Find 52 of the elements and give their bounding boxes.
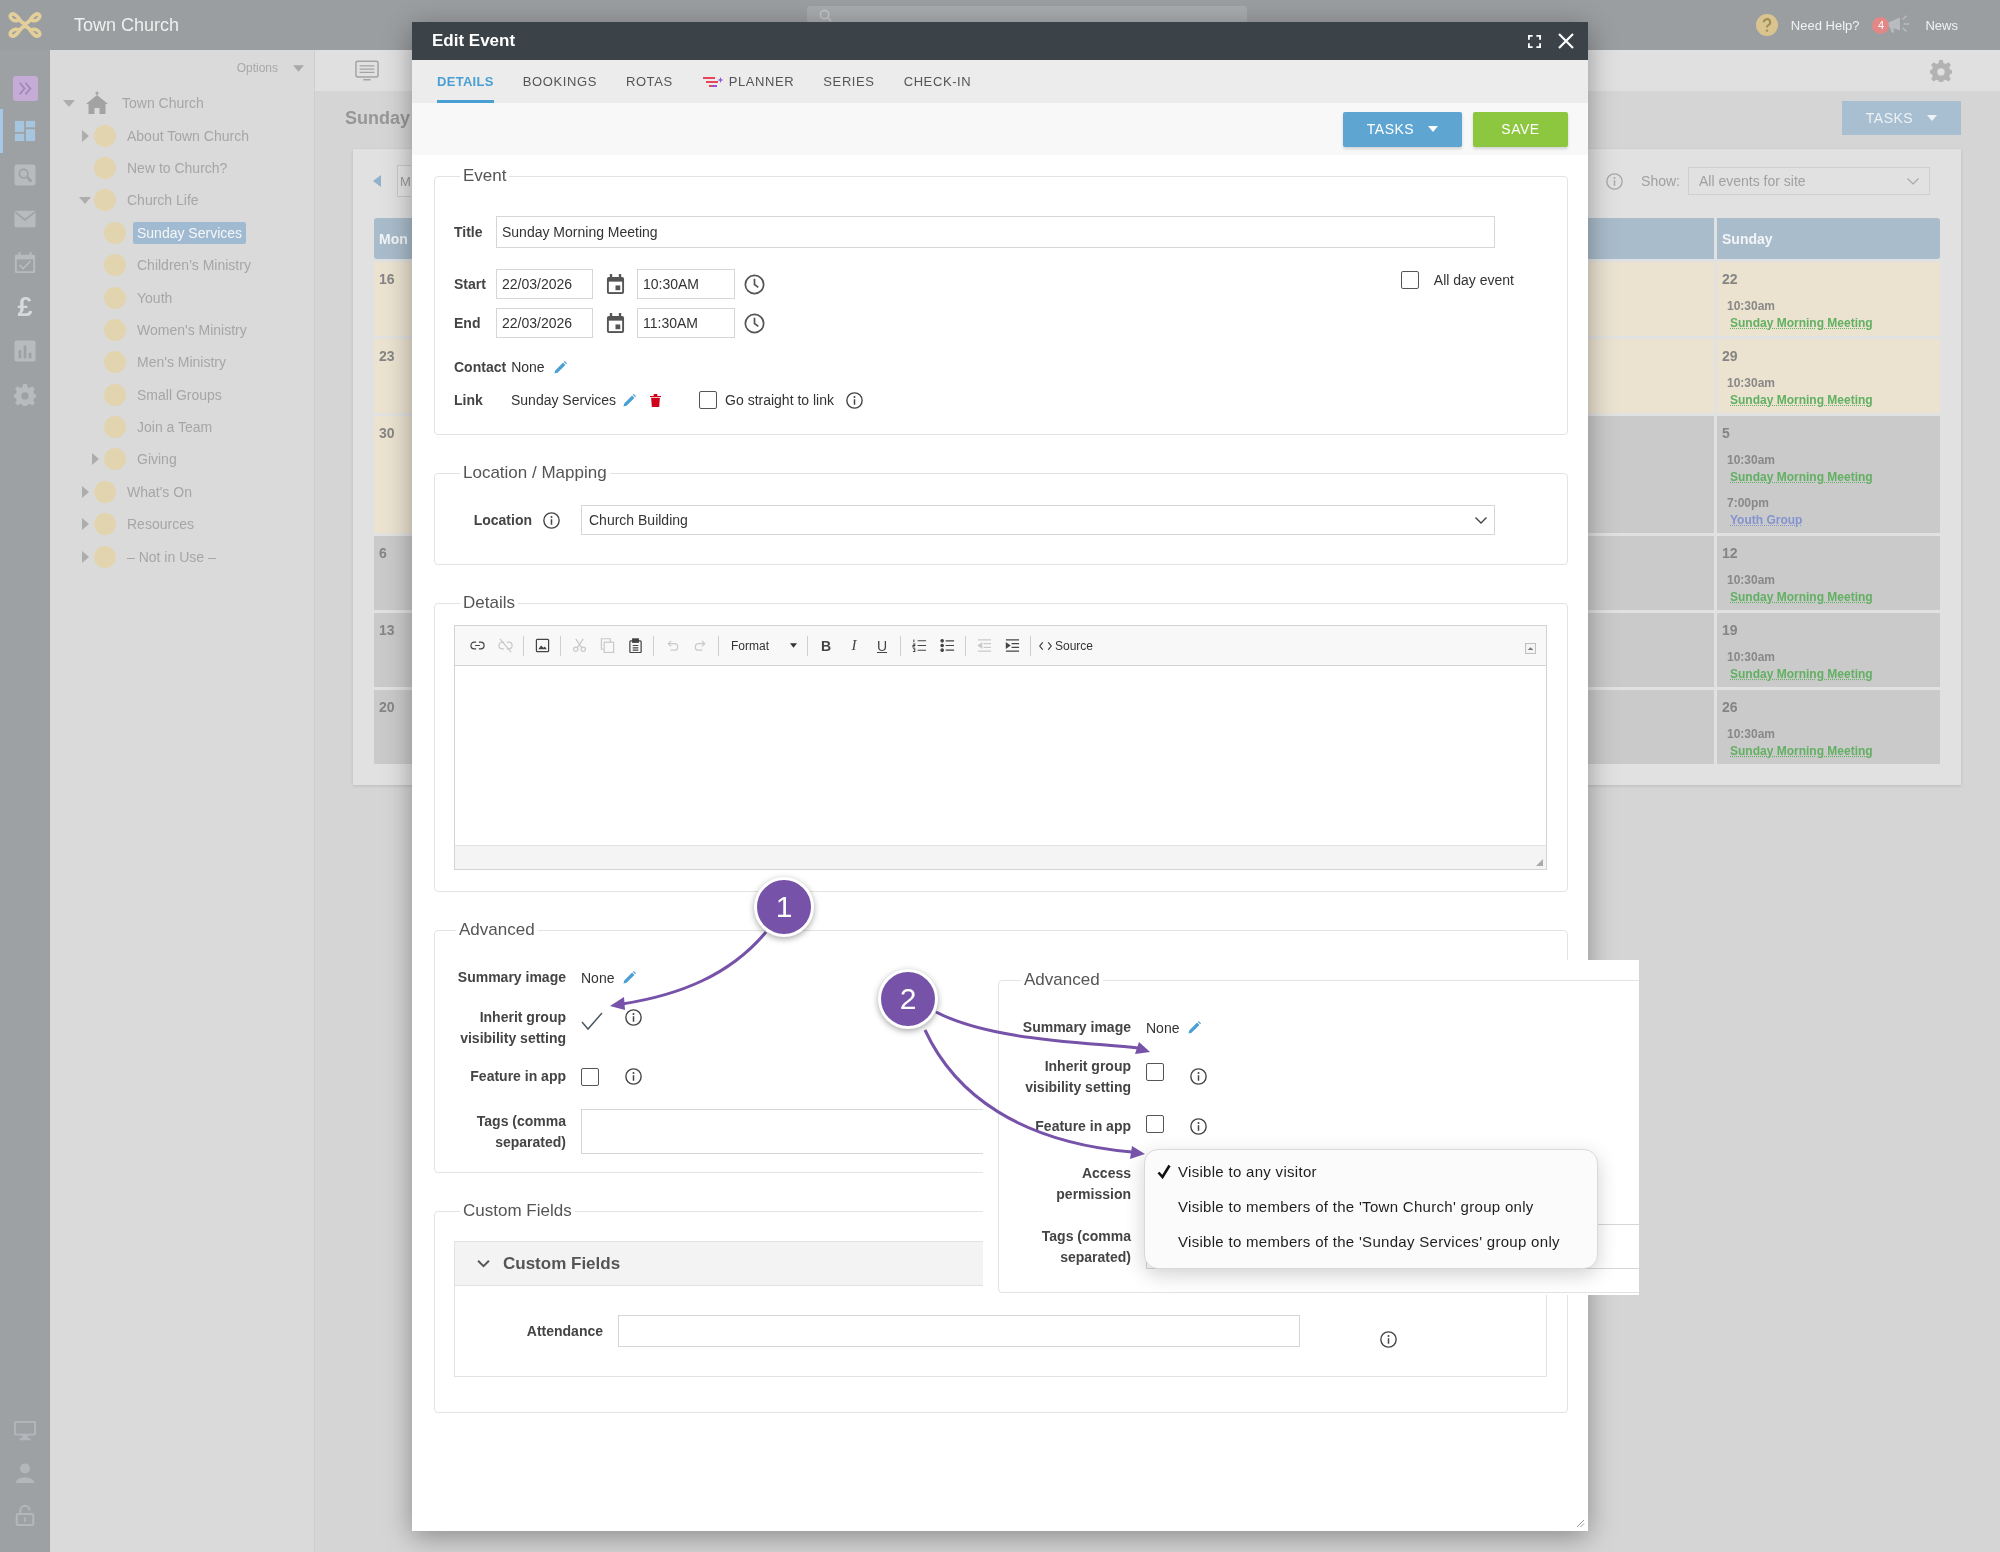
event-time: 10:30am (1727, 650, 1776, 664)
field-label: Location (472, 512, 532, 528)
field-label: Title (454, 224, 484, 240)
day-number: 20 (378, 698, 395, 715)
checkbox-label: All day event (1433, 272, 1514, 288)
day-number: 16 (378, 270, 395, 287)
field-label: Inherit group visibility setting (1024, 1057, 1131, 1097)
event-time: 10:30am (1727, 573, 1776, 587)
field-label: Tags (comma separated) (1040, 1226, 1131, 1267)
filter-label: Show: (1641, 173, 1680, 189)
day-number: 22 (1721, 270, 1738, 287)
field-label: Summary image (456, 968, 566, 987)
day-number: 12 (1721, 544, 1738, 561)
field-label: Inherit group visibility setting (459, 1008, 566, 1048)
day-number: 23 (378, 347, 395, 364)
event-time: 10:30am (1727, 727, 1776, 741)
field-label: Contact (454, 359, 507, 375)
event-time: 10:30am (1727, 376, 1776, 390)
checkbox-label: Go straight to link (725, 392, 834, 408)
event-time: 10:30am (1727, 299, 1776, 313)
summary-image-value: None (1146, 1019, 1180, 1036)
day-number: 19 (1721, 621, 1738, 638)
field-label: Attendance (525, 1323, 603, 1339)
section-title: Details (462, 593, 516, 613)
section-title: Advanced (458, 920, 536, 940)
field-label: Summary image (1021, 1018, 1131, 1037)
event-time: 10:30am (1727, 453, 1776, 467)
field-label: Feature in app (469, 1067, 566, 1086)
field-label: Link (454, 392, 484, 408)
day-number: 5 (1721, 424, 1730, 441)
section-title: Location / Mapping (462, 463, 608, 483)
dialog-title: Edit Event (432, 31, 516, 51)
field-label: Feature in app (1034, 1116, 1131, 1136)
field-label: End (454, 315, 482, 331)
column-header: Mon (374, 218, 412, 259)
section-title: Event (462, 166, 508, 186)
section-title: Custom Fields (462, 1201, 573, 1221)
day-number: 30 (378, 424, 395, 441)
page-heading: Sunday (345, 107, 410, 129)
field-label: Tags (comma separated) (475, 1111, 566, 1152)
column-header: Sunday (1717, 218, 1940, 259)
day-number: 29 (1721, 347, 1738, 364)
summary-image-value: None (581, 969, 615, 986)
field-label: Access permission (1055, 1164, 1131, 1204)
event-time: 7:00pm (1727, 496, 1770, 510)
day-number: 26 (1721, 698, 1738, 715)
field-label: Start (454, 276, 487, 292)
notification-badge: 4 (1872, 16, 1890, 34)
day-number: 6 (378, 544, 387, 561)
contact-value: None (511, 359, 545, 375)
day-number: 13 (378, 621, 395, 638)
section-title: Advanced (1023, 970, 1101, 990)
